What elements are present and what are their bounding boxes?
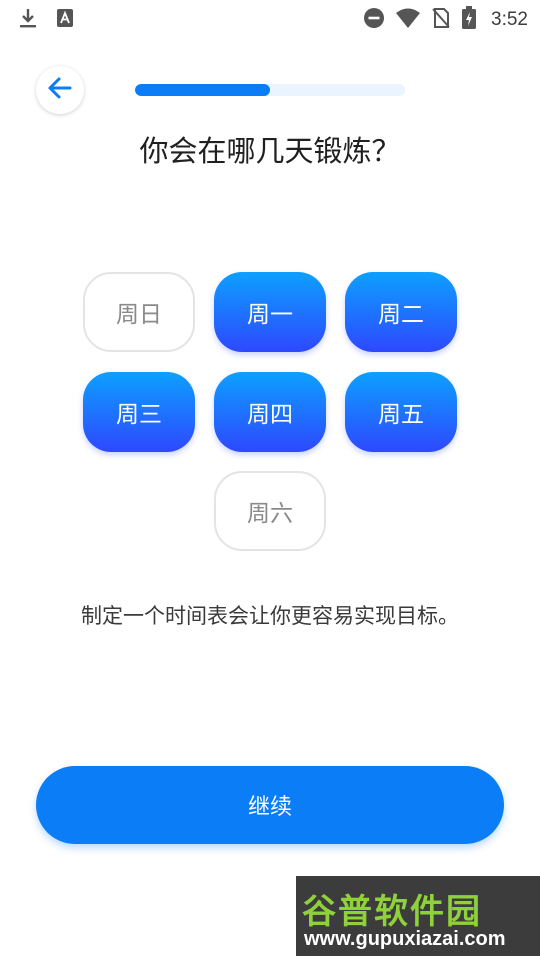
day-button-sunday[interactable]: 周日 [83, 272, 195, 352]
wifi-icon [395, 7, 421, 33]
progress-fill [135, 84, 270, 96]
do-not-disturb-icon [363, 7, 385, 33]
progress-bar [135, 84, 405, 96]
download-icon [18, 7, 38, 33]
back-button[interactable] [36, 66, 84, 114]
no-sim-icon [431, 7, 451, 33]
status-time: 3:52 [491, 9, 528, 30]
status-right: 3:52 [363, 6, 528, 34]
status-bar: 3:52 [0, 0, 540, 36]
watermark-url: www.gupuxiazai.com [304, 928, 506, 950]
battery-charging-icon [461, 6, 477, 34]
font-a-icon [56, 8, 74, 32]
arrow-left-icon [46, 74, 74, 106]
watermark-title: 谷普软件园 [302, 892, 482, 932]
status-left [18, 7, 74, 33]
day-button-friday[interactable]: 周五 [345, 372, 457, 452]
schedule-hint: 制定一个时间表会让你更容易实现目标。 [81, 604, 459, 628]
day-button-saturday[interactable]: 周六 [214, 471, 326, 551]
continue-button[interactable]: 继续 [36, 766, 504, 844]
day-button-thursday[interactable]: 周四 [214, 372, 326, 452]
day-button-wednesday[interactable]: 周三 [83, 372, 195, 452]
site-watermark: 谷普软件园 www.gupuxiazai.com [296, 876, 540, 956]
day-button-monday[interactable]: 周一 [214, 272, 326, 352]
day-button-tuesday[interactable]: 周二 [345, 272, 457, 352]
page-title: 你会在哪几天锻炼？ [139, 134, 401, 168]
